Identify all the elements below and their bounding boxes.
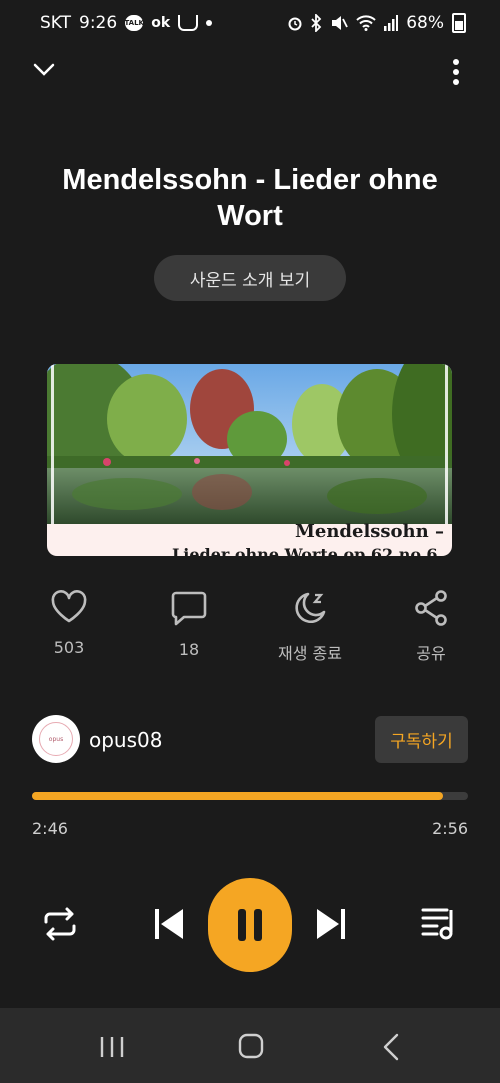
track-title: Mendelssohn - Lieder ohne Wort [62, 164, 438, 232]
playlist-icon[interactable] [421, 906, 457, 940]
cover-image: Mendelssohn – Lieder ohne Worte op.62 no… [47, 364, 452, 556]
subscribe-button[interactable]: 구독하기 [375, 716, 468, 763]
back-icon[interactable] [382, 1033, 400, 1061]
total-time: 2:56 [432, 819, 468, 838]
home-icon[interactable] [238, 1033, 264, 1059]
chevron-down-icon[interactable] [32, 58, 56, 82]
battery-icon [452, 13, 466, 33]
battery-percent: 68% [406, 13, 444, 33]
sleep-timer-label: 재생 종료 [278, 644, 342, 663]
carrier-label: SKT [40, 13, 72, 33]
system-nav-bar [0, 1008, 500, 1083]
clock: 9:26 [79, 13, 118, 33]
avatar[interactable]: opus [32, 715, 80, 763]
like-count: 503 [53, 638, 85, 657]
share-button[interactable]: 공유 [381, 590, 481, 664]
bluetooth-icon [311, 14, 322, 32]
more-vert-icon[interactable] [450, 58, 462, 86]
cup-icon [178, 15, 199, 31]
share-icon [415, 590, 447, 626]
sleep-timer-icon [295, 592, 326, 624]
comment-icon [171, 591, 207, 626]
status-bar: SKT 9:26 TALK ok 68% [0, 0, 500, 48]
notification-dot-icon [206, 20, 213, 26]
like-button[interactable]: 503 [19, 590, 119, 657]
avatar-logo: opus [39, 722, 73, 756]
channel-name[interactable]: opus08 [89, 728, 162, 752]
comment-count: 18 [178, 640, 200, 659]
comment-button[interactable]: 18 [139, 590, 239, 659]
mute-icon [332, 16, 349, 30]
progress-fill [32, 792, 444, 800]
skip-next-icon[interactable] [315, 907, 347, 941]
garden-pond-picture [47, 364, 452, 524]
sound-intro-button[interactable]: 사운드 소개 보기 [154, 255, 346, 301]
wifi-icon [356, 15, 376, 31]
repeat-icon[interactable] [42, 906, 78, 942]
cover-caption-line2: Lieder ohne Worte op.62 no.6 [172, 545, 438, 556]
signal-icon [384, 15, 399, 31]
cover-caption-line1: Mendelssohn – [294, 521, 444, 542]
ok-icon: ok [151, 15, 171, 31]
top-bar [0, 58, 500, 98]
progress-bar[interactable] [32, 792, 468, 800]
alarm-icon [288, 17, 302, 31]
share-label: 공유 [416, 644, 446, 663]
sleep-timer-button[interactable]: 재생 종료 [260, 590, 360, 664]
skip-previous-icon[interactable] [153, 907, 185, 941]
pause-button[interactable] [208, 878, 292, 972]
elapsed-time: 2:46 [32, 819, 68, 838]
pause-icon [238, 909, 262, 941]
heart-icon [51, 590, 87, 623]
kakaotalk-icon: TALK [124, 15, 144, 31]
recents-icon[interactable] [99, 1035, 125, 1059]
